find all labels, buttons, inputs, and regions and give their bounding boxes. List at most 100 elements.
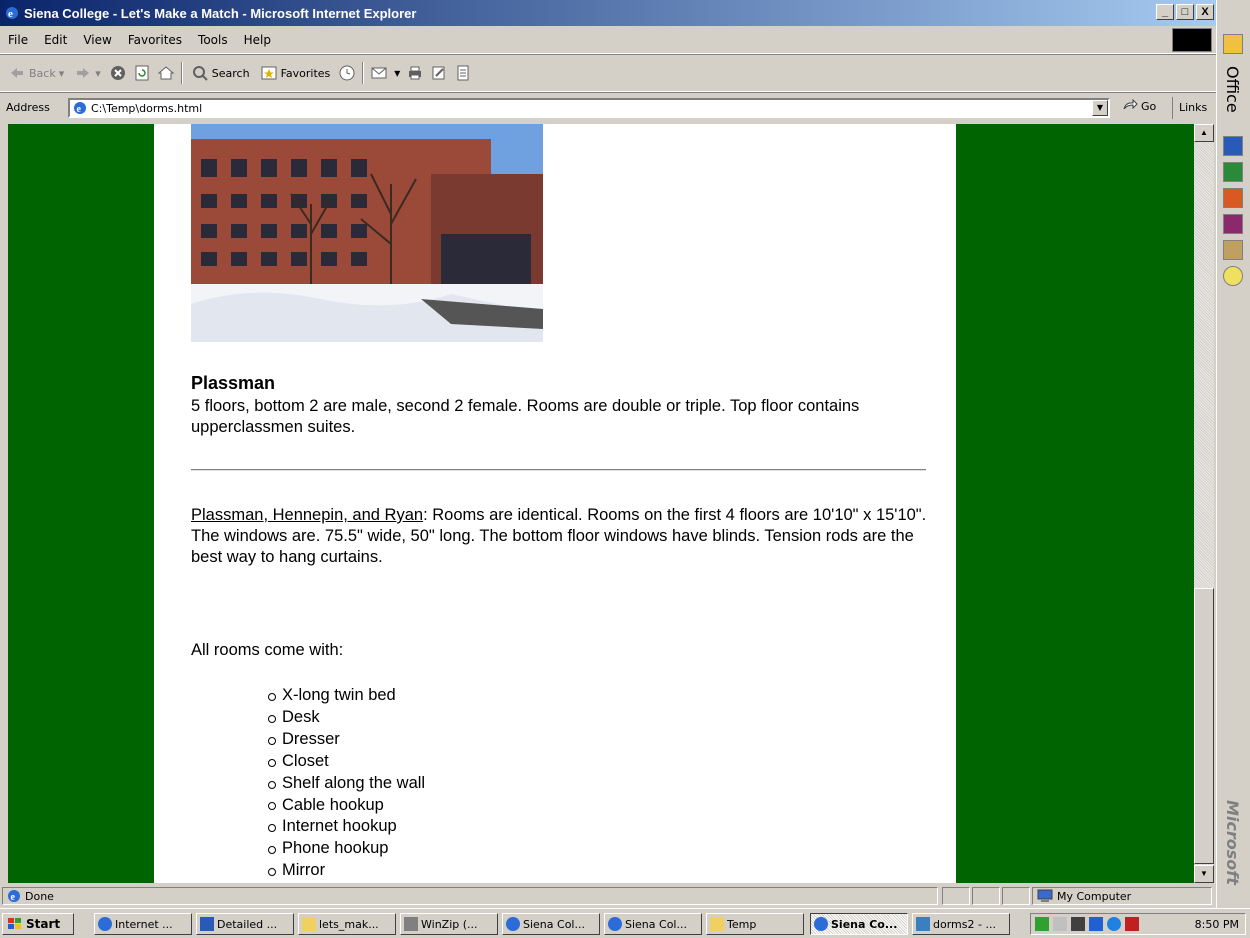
minimize-button[interactable]: _ (1156, 4, 1174, 20)
excel-icon[interactable] (1223, 162, 1243, 182)
favorites-button[interactable]: Favorites (258, 62, 333, 84)
menu-tools[interactable]: Tools (190, 33, 236, 47)
dorms-link[interactable]: Plassman, Hennepin, and Ryan (191, 506, 423, 524)
vertical-scrollbar[interactable]: ▲ ▼ (1194, 124, 1214, 883)
back-button[interactable]: Back ▾ (6, 62, 66, 84)
windows-logo-icon (8, 918, 21, 929)
ie-icon (608, 917, 622, 931)
toolbar: Back ▾ ▾ Search Favorites ▾ (0, 54, 1216, 92)
menu-view[interactable]: View (75, 33, 119, 47)
ie-icon (814, 917, 828, 931)
network-icon[interactable] (1035, 917, 1049, 931)
discuss-icon[interactable] (454, 64, 472, 82)
task-label: Detailed ... (217, 917, 278, 931)
circle-bullet-icon (268, 802, 276, 811)
address-label: Address (6, 101, 50, 114)
start-label: Start (26, 917, 61, 931)
task-lets-make[interactable]: lets_mak... (298, 913, 396, 935)
amenity-label: Phone hookup (282, 839, 389, 858)
list-item: Closet (268, 751, 425, 773)
menu-edit[interactable]: Edit (36, 33, 75, 47)
circle-bullet-icon (268, 714, 276, 723)
outlook-icon[interactable] (1223, 240, 1243, 260)
task-internet[interactable]: Internet ... (94, 913, 192, 935)
edit-icon[interactable] (430, 64, 448, 82)
address-field[interactable]: e C:\Temp\dorms.html ▼ (68, 98, 1110, 118)
links-button[interactable]: Links (1172, 97, 1213, 119)
history-icon[interactable] (338, 64, 356, 82)
list-item: Desk (268, 707, 425, 729)
home-icon[interactable] (157, 64, 175, 82)
word-icon[interactable] (1223, 136, 1243, 156)
scroll-thumb[interactable] (1194, 588, 1214, 864)
task-winzip[interactable]: WinZip (... (400, 913, 498, 935)
task-dorms2[interactable]: dorms2 - ... (912, 913, 1010, 935)
dorm-description: 5 floors, bottom 2 are male, second 2 fe… (191, 397, 860, 436)
back-label: Back (29, 66, 56, 80)
refresh-icon[interactable] (133, 64, 151, 82)
title-bar: e Siena College - Let's Make a Match - M… (0, 0, 1216, 26)
volume-icon[interactable] (1053, 917, 1067, 931)
address-dropdown-icon[interactable]: ▼ (1092, 100, 1108, 116)
display-icon[interactable] (1089, 917, 1103, 931)
address-value: C:\Temp\dorms.html (91, 101, 203, 115)
list-item: Internet hookup (268, 816, 425, 838)
task-siena-active[interactable]: Siena Co... (810, 913, 908, 935)
menu-file[interactable]: File (0, 33, 36, 47)
close-button[interactable]: X (1196, 4, 1214, 20)
page-done-icon: e (8, 890, 20, 903)
print-icon[interactable] (406, 64, 424, 82)
task-label: lets_mak... (319, 917, 379, 931)
ie-icon: e (6, 7, 18, 20)
go-arrow-icon (1123, 99, 1138, 110)
amenities-heading: All rooms come with: (191, 641, 344, 659)
list-item: Phone hookup (268, 838, 425, 860)
folder-icon (710, 917, 724, 931)
task-siena-1[interactable]: Siena Col... (502, 913, 600, 935)
amenity-label: Dresser (282, 729, 340, 748)
circle-bullet-icon (268, 692, 276, 701)
scroll-down-icon[interactable]: ▼ (1194, 865, 1214, 883)
stop-icon[interactable] (109, 64, 127, 82)
list-item: Cable hookup (268, 795, 425, 817)
printer-icon[interactable] (1071, 917, 1085, 931)
office-icon[interactable] (1223, 34, 1243, 54)
scroll-up-icon[interactable]: ▲ (1194, 124, 1214, 142)
amenity-label: Mirror (282, 861, 326, 880)
menu-favorites[interactable]: Favorites (120, 33, 190, 47)
amenity-label: Closet (282, 751, 329, 770)
chevron-down-icon[interactable]: ▾ (394, 66, 400, 80)
start-button[interactable]: Start (2, 913, 74, 935)
room-dimensions: Plassman, Hennepin, and Ryan: Rooms are … (191, 505, 931, 568)
task-temp[interactable]: Temp (706, 913, 804, 935)
chevron-down-icon[interactable]: ▾ (95, 67, 101, 80)
circle-bullet-icon (268, 736, 276, 745)
toolbar-divider (362, 62, 365, 84)
help-icon[interactable] (1223, 266, 1243, 286)
task-label: WinZip (... (421, 917, 478, 931)
antivirus-icon[interactable] (1125, 917, 1139, 931)
task-detailed[interactable]: Detailed ... (196, 913, 294, 935)
messenger-icon[interactable] (1107, 917, 1121, 931)
back-arrow-icon (11, 68, 23, 78)
chevron-down-icon[interactable]: ▾ (59, 67, 65, 80)
list-item: Dresser (268, 729, 425, 751)
circle-bullet-icon (268, 868, 276, 877)
go-button[interactable]: Go (1122, 99, 1156, 113)
menu-help[interactable]: Help (236, 33, 279, 47)
status-pane-blank (942, 887, 970, 905)
mail-icon[interactable] (370, 64, 388, 82)
svg-text:e: e (8, 8, 13, 20)
maximize-button[interactable]: □ (1176, 4, 1194, 20)
page-icon: e (74, 102, 86, 115)
taskbar: Start Internet ... Detailed ... lets_mak… (0, 908, 1250, 938)
list-item: X-long twin bed (268, 685, 425, 707)
office-label: Office (1223, 66, 1242, 113)
status-bar: e Done My Computer (0, 884, 1216, 908)
search-button[interactable]: Search (189, 62, 252, 84)
access-icon[interactable] (1223, 214, 1243, 234)
powerpoint-icon[interactable] (1223, 188, 1243, 208)
forward-arrow-icon (77, 68, 90, 78)
forward-button[interactable]: ▾ (72, 62, 103, 84)
task-siena-2[interactable]: Siena Col... (604, 913, 702, 935)
